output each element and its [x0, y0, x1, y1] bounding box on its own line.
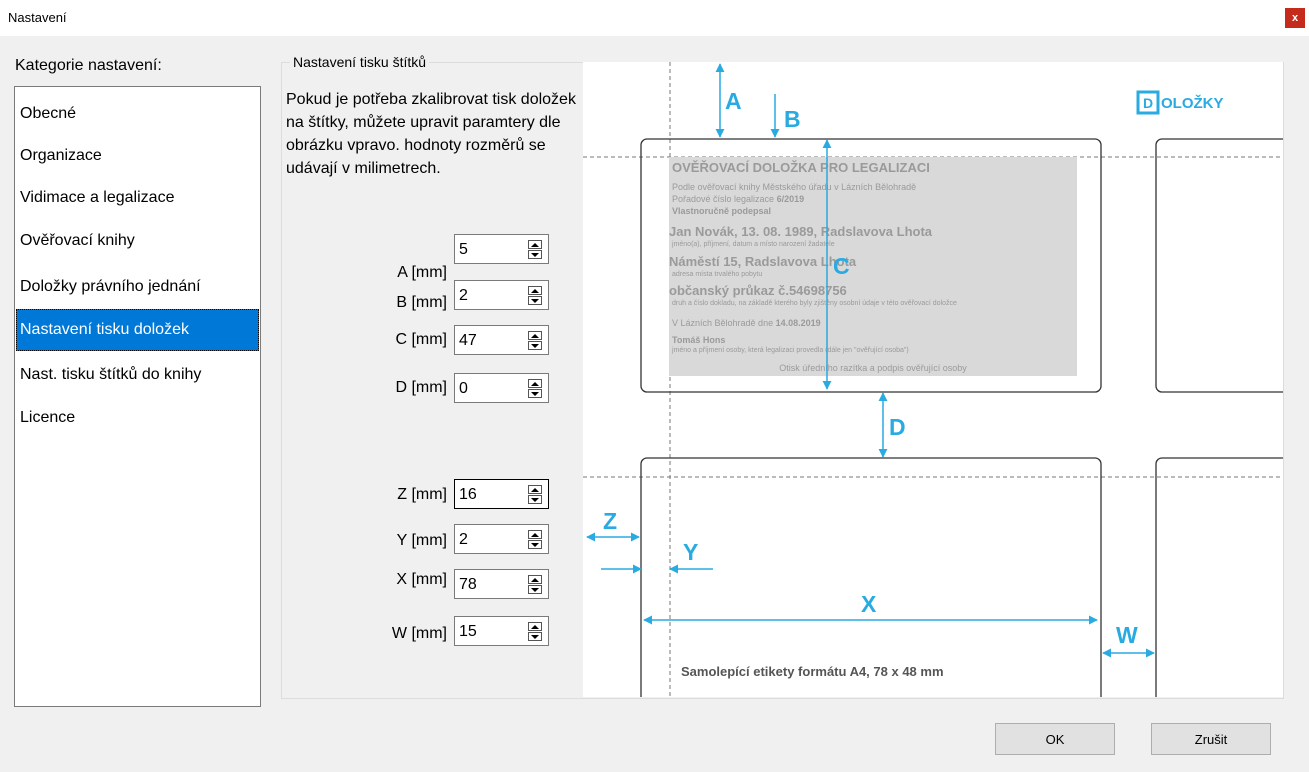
label-outline: [640, 457, 1102, 697]
field-z-spinner[interactable]: 16: [454, 479, 549, 509]
spin-up-icon[interactable]: [528, 379, 542, 388]
spin-down-icon[interactable]: [528, 585, 542, 594]
field-w-value[interactable]: 15: [459, 623, 477, 641]
logo-letter: D: [1143, 95, 1153, 111]
spin-down-icon[interactable]: [528, 632, 542, 641]
spin-down-icon[interactable]: [528, 341, 542, 350]
letter-b: B: [784, 106, 801, 132]
spin-down-icon[interactable]: [528, 296, 542, 305]
spin-up-icon[interactable]: [528, 286, 542, 295]
field-y-spinner[interactable]: 2: [454, 524, 549, 554]
close-icon: x: [1291, 12, 1299, 24]
category-item-tisk-dolozek[interactable]: Nastavení tisku doložek: [16, 309, 259, 351]
category-item-obecne[interactable]: Obecné: [16, 93, 259, 135]
clause-address: Náměstí 15, Radslavova Lhota: [669, 254, 857, 269]
field-c-spinner[interactable]: 47: [454, 325, 549, 355]
field-label-z: Z [mm]: [397, 486, 447, 503]
sheet-caption: Samolepící etikety formátu A4, 78 x 48 m…: [681, 664, 944, 679]
field-c-value[interactable]: 47: [459, 332, 477, 350]
description-text: Pokud je potřeba zkalibrovat tisk dolože…: [286, 91, 576, 177]
logo-text: OLOŽKY: [1161, 94, 1224, 112]
letter-y: Y: [683, 539, 698, 565]
field-a-value[interactable]: 5: [459, 241, 468, 259]
label-outline: [1155, 138, 1283, 393]
title-bar: Nastavení x: [0, 0, 1309, 36]
field-d-spinner[interactable]: 0: [454, 373, 549, 403]
field-b-value[interactable]: 2: [459, 287, 468, 305]
field-label-d: D [mm]: [395, 379, 447, 396]
clause-id-hint: druh a číslo dokladu, na základě kterého…: [672, 300, 957, 307]
clause-name-hint: jméno(a), příjmení, datum a místo naroze…: [671, 241, 835, 248]
letter-c: C: [833, 253, 850, 279]
category-item-dolozky[interactable]: Doložky právního jednání: [16, 266, 259, 308]
field-a-spinner[interactable]: 5: [454, 234, 549, 264]
ok-button[interactable]: OK: [995, 723, 1115, 755]
field-d-value[interactable]: 0: [459, 380, 468, 398]
clause-officer: Tomáš Hons: [672, 335, 725, 345]
field-label-c: C [mm]: [395, 331, 447, 348]
field-label-b: B [mm]: [396, 294, 447, 311]
field-y-value[interactable]: 2: [459, 531, 468, 549]
field-w-spinner[interactable]: 15: [454, 616, 549, 646]
field-label-w: W [mm]: [391, 625, 447, 642]
clause-stamp: Otisk úředního razítka a podpis ověřujíc…: [779, 363, 967, 373]
spin-down-icon[interactable]: [528, 540, 542, 549]
clause-line2: Pořadové číslo legalizace 6/2019: [672, 194, 804, 204]
category-item-tisk-stitku[interactable]: Nast. tisku štítků do knihy: [16, 354, 259, 396]
clause-address-hint: adresa místa trvalého pobytu: [672, 271, 762, 278]
label-layout-diagram: OVĚŘOVACÍ DOLOŽKA PRO LEGALIZACI Podle o…: [583, 62, 1283, 697]
spin-down-icon[interactable]: [528, 495, 542, 504]
spin-down-icon[interactable]: [528, 389, 542, 398]
cancel-button[interactable]: Zrušit: [1151, 723, 1271, 755]
clause-place-date: V Lázních Bělohradě dne 14.08.2019: [672, 318, 821, 328]
clause-place-label: V Lázních Bělohradě dne: [672, 318, 773, 328]
categories-label: Kategorie nastavení:: [15, 57, 162, 74]
field-x-spinner[interactable]: 78: [454, 569, 549, 599]
clause-line2-value: 6/2019: [777, 194, 805, 204]
letter-w: W: [1116, 622, 1138, 648]
spin-up-icon[interactable]: [528, 622, 542, 631]
spin-up-icon[interactable]: [528, 575, 542, 584]
spin-up-icon[interactable]: [528, 485, 542, 494]
field-b-spinner[interactable]: 2: [454, 280, 549, 310]
spin-down-icon[interactable]: [528, 250, 542, 259]
category-list[interactable]: Obecné Organizace Vidimace a legalizace …: [14, 86, 261, 707]
group-title: Nastavení tisku štítků: [290, 54, 430, 70]
clause-officer-hint: jméno a příjmení osoby, která legalizaci…: [671, 347, 909, 354]
category-item-overovaci-knihy[interactable]: Ověřovací knihy: [16, 220, 259, 262]
clause-id: občanský průkaz č.54698756: [669, 283, 847, 298]
close-button[interactable]: x: [1285, 8, 1305, 28]
clause-line3: Vlastnoručně podepsal: [672, 206, 771, 216]
clause-name: Jan Novák, 13. 08. 1989, Radslavova Lhot…: [669, 224, 933, 239]
spin-up-icon[interactable]: [528, 331, 542, 340]
category-item-licence[interactable]: Licence: [16, 397, 259, 439]
label-outline: [1155, 457, 1283, 697]
window-title: Nastavení: [8, 10, 67, 25]
letter-d: D: [889, 414, 906, 440]
clause-heading: OVĚŘOVACÍ DOLOŽKA PRO LEGALIZACI: [672, 160, 930, 175]
letter-z: Z: [603, 508, 617, 534]
field-z-value[interactable]: 16: [459, 486, 477, 504]
spin-up-icon[interactable]: [528, 530, 542, 539]
category-item-organizace[interactable]: Organizace: [16, 135, 259, 177]
field-x-value[interactable]: 78: [459, 576, 477, 594]
clause-line1: Podle ověřovací knihy Městského úřadu v …: [672, 182, 916, 192]
spin-up-icon[interactable]: [528, 240, 542, 249]
clause-date-value: 14.08.2019: [776, 318, 821, 328]
category-item-vidimace[interactable]: Vidimace a legalizace: [16, 177, 259, 219]
letter-a: A: [725, 88, 742, 114]
letter-x: X: [861, 591, 877, 617]
field-label-a: A [mm]: [397, 264, 447, 281]
diagram-svg: OVĚŘOVACÍ DOLOŽKA PRO LEGALIZACI Podle o…: [583, 62, 1283, 697]
field-label-x: X [mm]: [396, 571, 447, 588]
clause-line2-label: Pořadové číslo legalizace: [672, 194, 774, 204]
field-label-y: Y [mm]: [396, 532, 447, 549]
